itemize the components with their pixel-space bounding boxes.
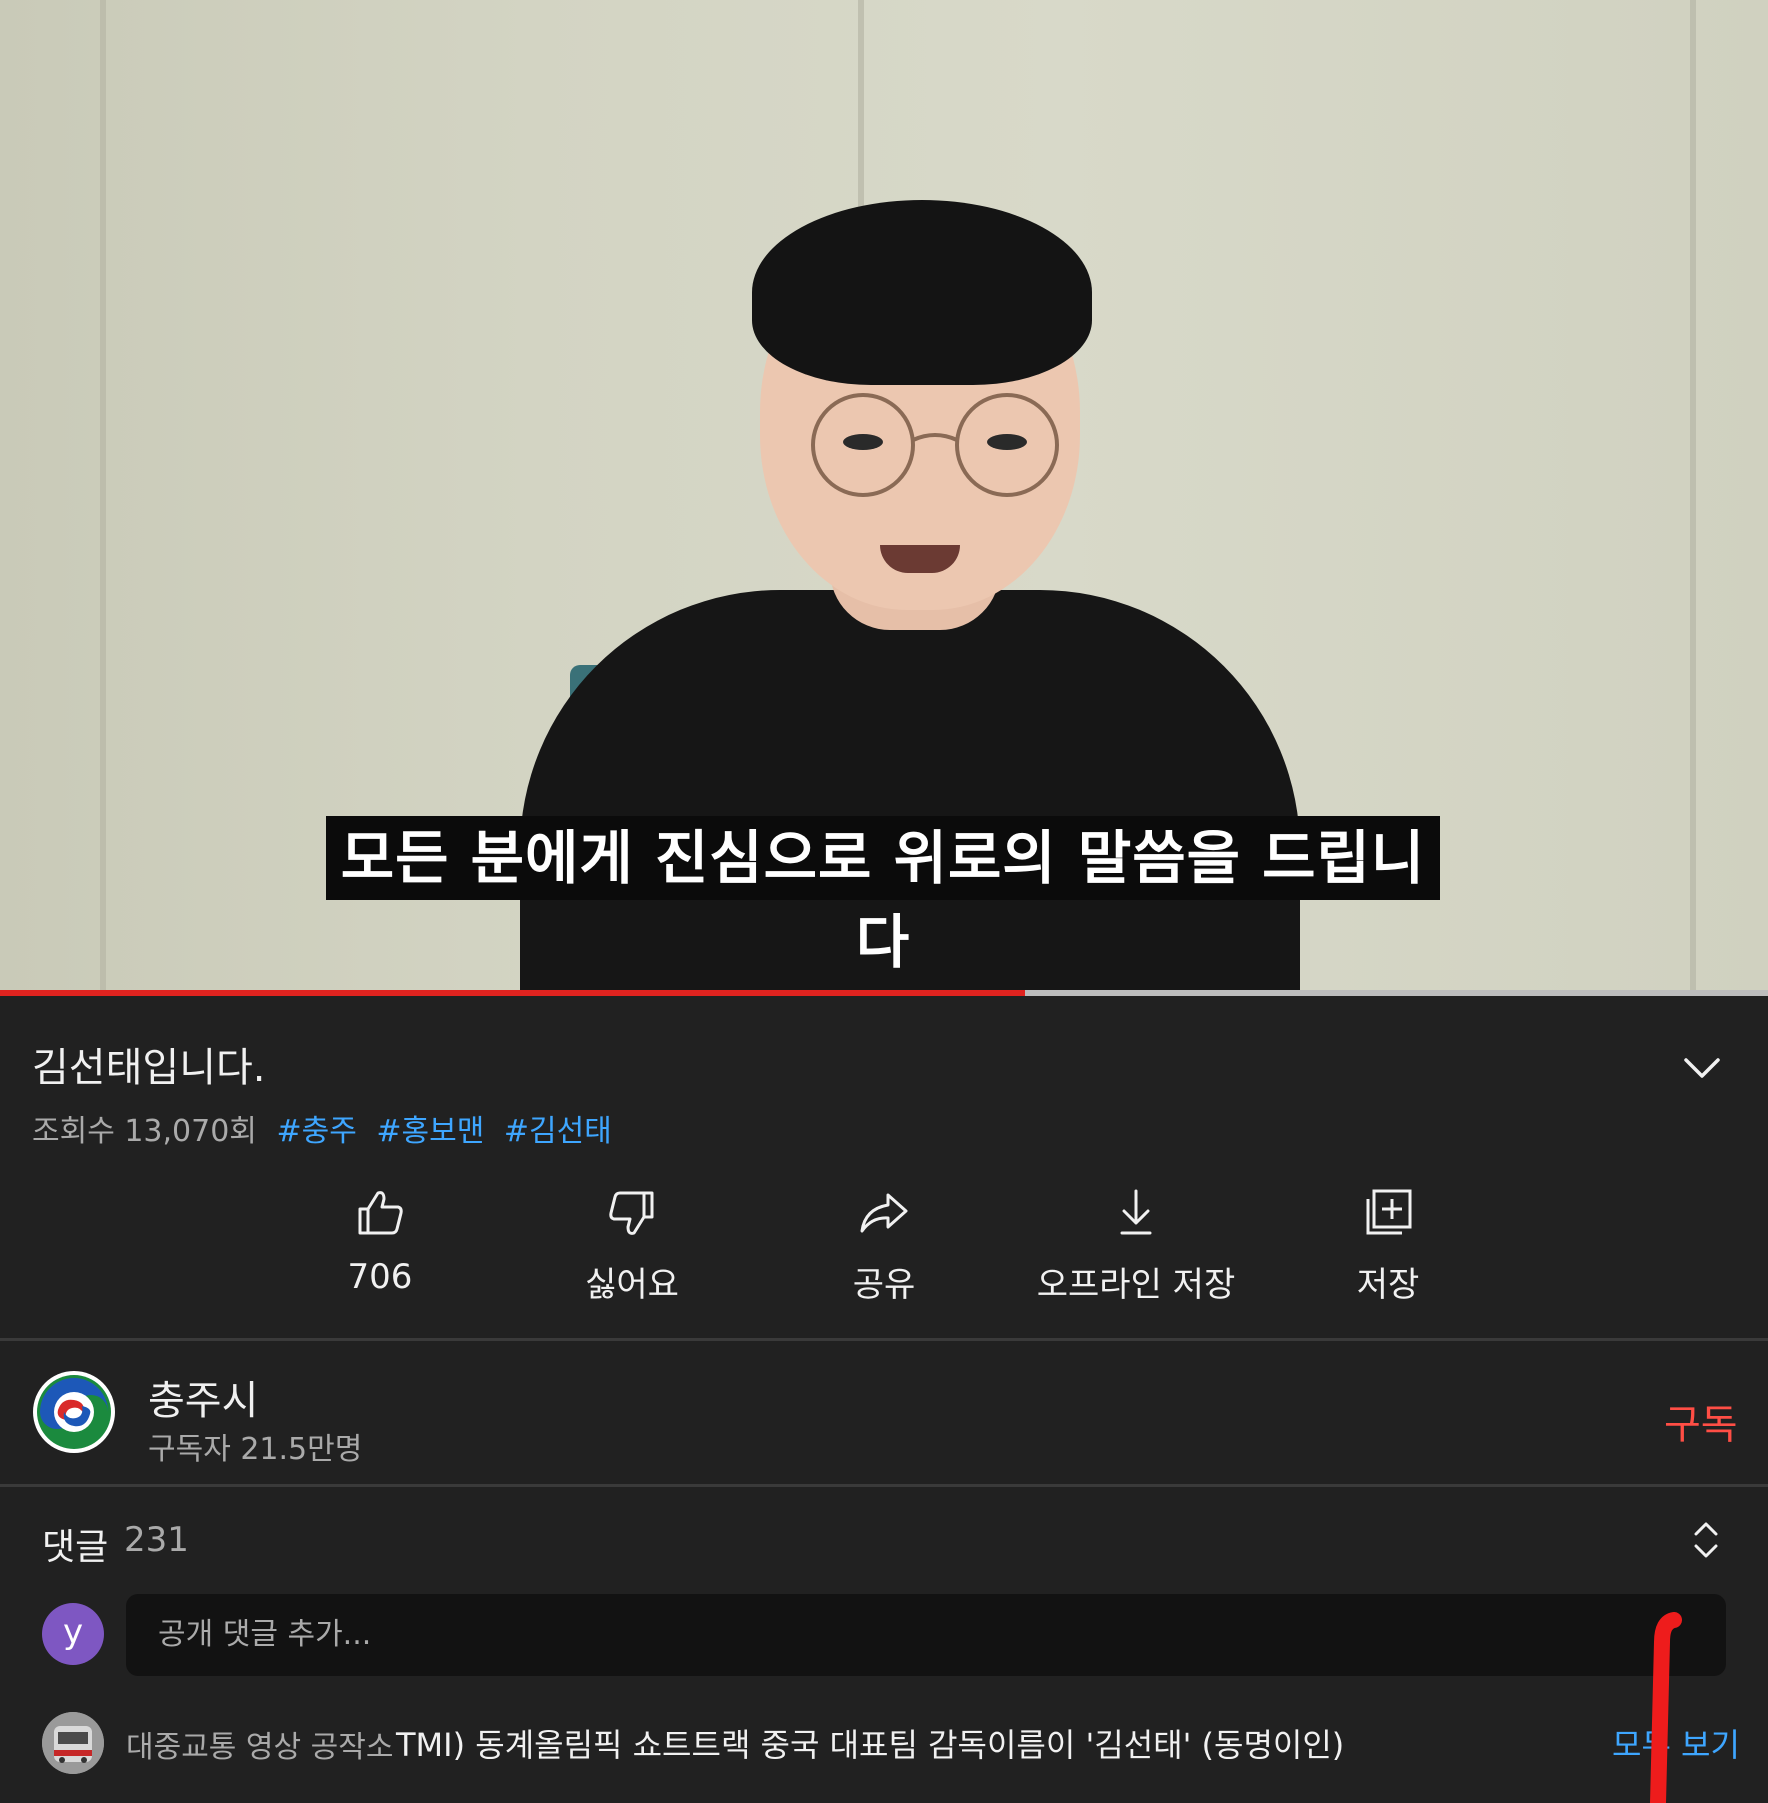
subscribe-button[interactable]: 구독 — [1664, 1392, 1738, 1450]
view-count: 조회수 13,070회 — [32, 1114, 257, 1149]
hashtag[interactable]: #홍보맨 — [376, 1114, 484, 1149]
comments-count: 231 — [124, 1520, 189, 1560]
video-subtitle: 모든 분에게 진심으로 위로의 말씀을 드립니다 — [326, 816, 1440, 976]
video-player[interactable]: 모든 분에게 진심으로 위로의 말씀을 드립니다 — [0, 0, 1768, 990]
hashtag[interactable]: #충주 — [276, 1114, 356, 1149]
channel-avatar[interactable] — [32, 1370, 116, 1454]
channel-name[interactable]: 충주시 — [148, 1368, 258, 1426]
sort-icon[interactable] — [1688, 1518, 1724, 1562]
divider — [0, 1484, 1768, 1487]
share-label: 공유 — [852, 1265, 916, 1305]
chevron-down-icon[interactable] — [1680, 1050, 1724, 1086]
video-meta: 조회수 13,070회 #충주 #홍보맨 #김선태 — [32, 1106, 612, 1150]
video-title[interactable]: 김선태입니다. — [32, 1035, 266, 1093]
comments-label[interactable]: 댓글 — [42, 1518, 108, 1570]
top-comment-text: TMI) 동계올림픽 쇼트트랙 중국 대표팀 감독이름이 '김선태' (동명이인… — [396, 1726, 1345, 1764]
subscriber-count: 구독자 21.5만명 — [148, 1432, 363, 1467]
hashtag[interactable]: #김선태 — [504, 1114, 612, 1149]
like-button[interactable]: 706 — [280, 1185, 480, 1297]
save-label: 저장 — [1356, 1265, 1420, 1305]
dislike-icon — [609, 1191, 654, 1235]
progress-bar[interactable] — [0, 990, 1768, 996]
divider — [0, 1338, 1768, 1341]
download-icon — [1120, 1189, 1152, 1235]
person-hair — [752, 200, 1092, 385]
glasses — [811, 393, 1059, 497]
action-bar: 706 싫어요 공유 오프라인 저장 저장 — [0, 1185, 1768, 1315]
like-count: 706 — [347, 1257, 413, 1297]
user-avatar[interactable]: y — [42, 1603, 104, 1665]
save-button[interactable]: 저장 — [1288, 1185, 1488, 1306]
top-comment-author: 대중교통 영상 공작소 — [126, 1730, 394, 1765]
wall-seam — [1690, 0, 1696, 990]
red-annotation-mark — [1650, 1612, 1682, 1803]
download-label: 오프라인 저장 — [1036, 1265, 1236, 1305]
like-icon — [358, 1191, 403, 1235]
dislike-label: 싫어요 — [585, 1265, 679, 1305]
save-to-playlist-icon — [1366, 1189, 1412, 1235]
comment-input[interactable]: 공개 댓글 추가... — [126, 1594, 1726, 1676]
dislike-button[interactable]: 싫어요 — [532, 1185, 732, 1306]
share-icon — [860, 1193, 908, 1233]
wall-seam — [100, 0, 106, 990]
progress-bar-fill — [0, 990, 1026, 996]
top-comment-avatar[interactable] — [42, 1712, 104, 1774]
share-button[interactable]: 공유 — [784, 1185, 984, 1306]
download-button[interactable]: 오프라인 저장 — [1034, 1185, 1238, 1306]
